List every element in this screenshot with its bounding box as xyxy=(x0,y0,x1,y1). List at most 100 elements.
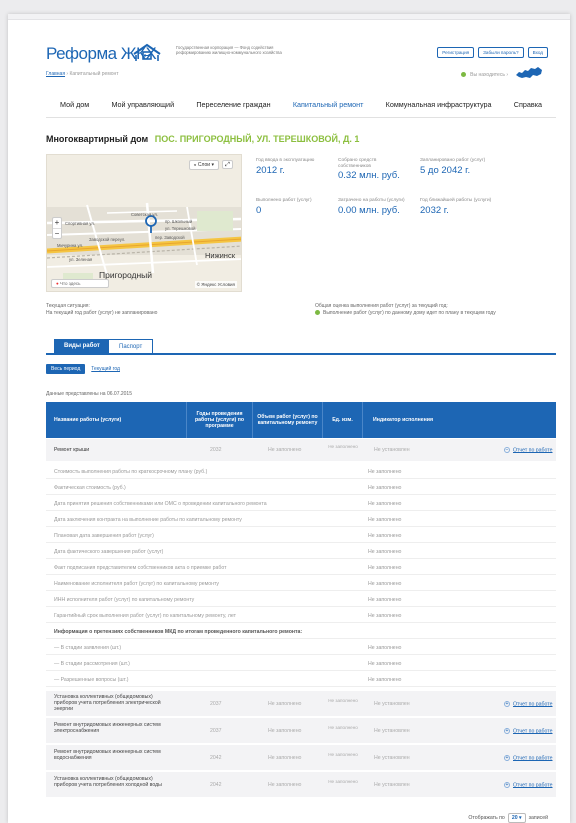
table-row[interactable]: Ремонт внутридомовых инженерных систем э… xyxy=(46,718,556,744)
main-nav: Мой дом Мой управляющий Переселение граж… xyxy=(46,98,556,118)
work-indicator: Не установлен xyxy=(374,447,410,453)
map-search-button[interactable]: ● Что здесь xyxy=(51,279,109,288)
stat-value: 2032 г. xyxy=(420,204,449,216)
detail-label: — Разрешенные вопросы (шт.) xyxy=(54,677,129,683)
nav-item-my-house[interactable]: Мой дом xyxy=(60,100,89,109)
detail-row: Дата принятия решения собственниками или… xyxy=(46,497,556,511)
table-row[interactable]: Ремонт внутридомовых инженерных систем в… xyxy=(46,745,556,771)
location-indicator[interactable]: Вы находитесь › xyxy=(460,72,508,78)
nav-item-utilities[interactable]: Коммунальная инфраструктура xyxy=(386,100,492,109)
stat-nearest: Год ближайшей работы (услуги) 2032 г. xyxy=(420,198,496,216)
breadcrumb-home-link[interactable]: Главная xyxy=(46,71,65,77)
chevron-down-icon: ▾ xyxy=(211,162,214,168)
login-button[interactable]: Вход xyxy=(527,47,548,58)
location-map[interactable]: Спортивная ул. Советская ул. пр. Школьны… xyxy=(46,154,242,292)
period-current-link[interactable]: Текущий год xyxy=(91,366,120,372)
stat-value: 0.32 млн. руб. xyxy=(338,170,400,182)
map-street-label: Спортивная ул. xyxy=(65,221,96,226)
detail-value: Не заполнено xyxy=(368,661,402,667)
map-street-label: ул. Терешковой xyxy=(165,226,196,231)
work-unit: Не заполнено xyxy=(328,725,358,730)
table-row[interactable]: Установка коллективных (общедомовых) при… xyxy=(46,772,556,798)
stat-done: Выполнено работ (услуг) 0 xyxy=(256,198,316,216)
report-link[interactable]: + Отчет по работе xyxy=(504,701,553,707)
map-layers-button[interactable]: ◒ Слои ▾ xyxy=(188,160,219,170)
work-year: 2037 xyxy=(210,701,222,707)
auth-buttons: Регистрация Забыли пароль? Вход xyxy=(437,47,548,58)
column-header: Индикатор исполнения xyxy=(362,402,556,438)
work-name: Ремонт внутридомовых инженерных систем в… xyxy=(54,749,161,761)
work-year: 2042 xyxy=(210,782,222,788)
map-attribution[interactable]: © Яндекс Условия xyxy=(194,281,237,288)
breadcrumb-current: Капитальный ремонт xyxy=(69,71,119,77)
detail-value: Не заполнено xyxy=(368,645,402,651)
work-name: Ремонт внутридомовых инженерных систем э… xyxy=(54,722,161,734)
russia-map-icon[interactable] xyxy=(514,66,544,80)
stat-value: 5 до 2042 г. xyxy=(420,164,471,176)
column-header: Объем работ (услуг) по капитальному ремо… xyxy=(252,402,322,438)
nav-item-capital-repair[interactable]: Капитальный ремонт xyxy=(293,100,364,109)
detail-row: ИНН исполнителя работ (услуг) по капитал… xyxy=(46,593,556,607)
work-year: 2037 xyxy=(210,728,222,734)
detail-label: — В стадии рассмотрения (шт.) xyxy=(54,661,130,667)
work-volume: Не заполнено xyxy=(268,701,302,707)
table-row[interactable]: Ремонт крыши 2032 Не заполнено Не заполн… xyxy=(46,439,556,461)
stat-year-built: Год ввода в эксплуатацию 2012 г. xyxy=(256,158,316,176)
org-description: Государственная корпорация — Фонд содейс… xyxy=(176,45,282,55)
report-link-label: Отчет по работе xyxy=(513,755,553,762)
report-link-label: Отчет по работе xyxy=(513,782,553,789)
detail-value: Не заполнено xyxy=(368,597,402,603)
work-indicator: Не установлен xyxy=(374,755,410,761)
detail-value: Не заполнено xyxy=(368,613,402,619)
nav-item-help[interactable]: Справка xyxy=(514,100,542,109)
stat-collected: Собрано средств собственников 0.32 млн. … xyxy=(338,158,408,181)
detail-row: Информация о претензиях собственников МК… xyxy=(46,625,556,639)
zoom-out-button[interactable]: − xyxy=(53,228,61,238)
map-zoom: + − xyxy=(52,217,62,239)
report-link[interactable]: + Отчет по работе xyxy=(504,728,553,734)
detail-row: Дата фактического завершения работ (услу… xyxy=(46,545,556,559)
page-size-select[interactable]: 20 ▾ xyxy=(507,813,526,823)
house-logo-icon[interactable] xyxy=(132,42,162,64)
column-header: Годы проведения работы (услуги) по прогр… xyxy=(186,402,252,438)
report-link[interactable]: + Отчет по работе xyxy=(504,755,553,761)
nav-item-my-manager[interactable]: Мой управляющий xyxy=(111,100,174,109)
expand-icon: − xyxy=(504,447,510,453)
content-tabs: Виды работ Паспорт xyxy=(46,339,556,355)
nav-item-resettlement[interactable]: Переселение граждан xyxy=(196,100,270,109)
detail-label: Информация о претензиях собственников МК… xyxy=(54,629,303,635)
detail-label: Дата фактического завершения работ (услу… xyxy=(54,549,164,555)
stat-value: 0.00 млн. руб. xyxy=(338,204,400,216)
report-link-label: Отчет по работе xyxy=(513,701,553,708)
page-title: Многоквартирный дом ПОС. ПРИГОРОДНЫЙ, УЛ… xyxy=(46,134,359,144)
detail-label: Гарантийный срок выполнения работ (услуг… xyxy=(54,613,236,619)
stat-label: Запланировано работ (услуг) xyxy=(420,158,486,163)
period-all-button[interactable]: Весь период xyxy=(46,364,86,374)
detail-value: Не заполнено xyxy=(368,581,402,587)
detail-label: Факт подписания представителем собственн… xyxy=(54,565,227,571)
detail-label: Дата заключения контракта на выполнение … xyxy=(54,517,242,523)
table-header: Название работы (услуги) Годы проведения… xyxy=(46,402,556,438)
tab-works[interactable]: Виды работ xyxy=(54,339,110,353)
top-strip xyxy=(8,14,570,20)
fullscreen-icon[interactable]: ⤢ xyxy=(222,160,233,169)
detail-label: — В стадии заявления (шт.) xyxy=(54,645,122,651)
page-size-label: Отображать по xyxy=(468,815,505,821)
tab-passport[interactable]: Паспорт xyxy=(108,339,154,353)
expand-icon: + xyxy=(504,755,510,761)
map-street-label: пер. Заводской xyxy=(155,235,185,240)
detail-row: Стоимость выполнения работы по краткосро… xyxy=(46,465,556,479)
table-row[interactable]: Установка коллективных (общедомовых) при… xyxy=(46,691,556,717)
report-link-label: Отчет по работе xyxy=(513,728,553,735)
zoom-in-button[interactable]: + xyxy=(53,218,61,228)
report-link[interactable]: − Отчет по работе xyxy=(504,447,553,453)
detail-row: Наименование исполнителя работ (услуг) п… xyxy=(46,577,556,591)
expand-icon: + xyxy=(504,728,510,734)
forgot-password-button[interactable]: Забыли пароль? xyxy=(478,47,524,58)
register-button[interactable]: Регистрация xyxy=(437,47,475,58)
report-link[interactable]: + Отчет по работе xyxy=(504,782,553,788)
work-unit: Не заполнено xyxy=(328,779,358,784)
status-dot-icon xyxy=(315,309,320,315)
work-unit: Не заполнено xyxy=(328,698,358,703)
detail-value: Не заполнено xyxy=(368,549,402,555)
